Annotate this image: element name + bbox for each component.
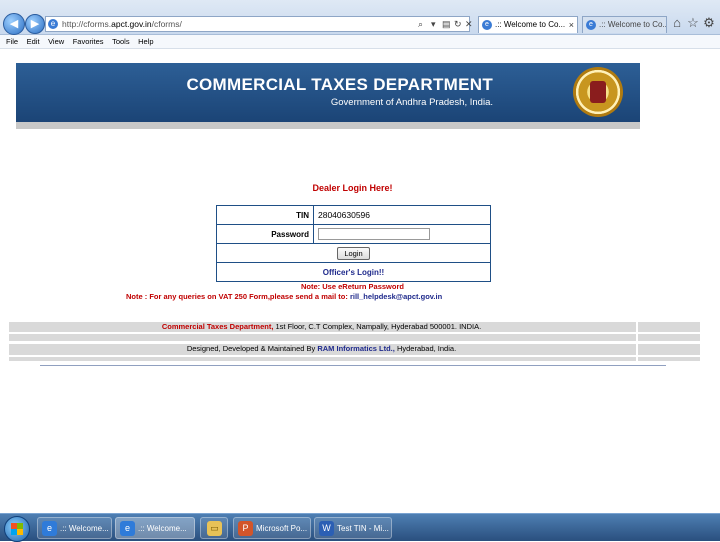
compatibility-icon[interactable]: ▤ bbox=[442, 19, 451, 30]
close-tab-icon[interactable]: × bbox=[569, 17, 574, 33]
taskbar-item-ie-2[interactable]: e .:: Welcome... bbox=[115, 517, 195, 539]
banner-subtitle: Government of Andhra Pradesh, India. bbox=[330, 97, 493, 108]
footer-credits-text: Designed, Developed & Maintained By bbox=[186, 344, 318, 353]
menu-tools[interactable]: Tools bbox=[112, 35, 130, 48]
ie-page-icon: e bbox=[48, 19, 58, 29]
helpdesk-note-text: Note : For any queries on VAT 250 Form,p… bbox=[126, 292, 350, 301]
refresh-icon[interactable]: ↻ bbox=[454, 19, 462, 30]
menu-help[interactable]: Help bbox=[138, 35, 153, 48]
tab-label: .:: Welcome to Co... bbox=[599, 20, 667, 29]
state-emblem-icon bbox=[573, 67, 623, 117]
footer-side-cell bbox=[636, 357, 700, 361]
word-icon: W bbox=[319, 521, 334, 536]
login-form: TIN 28040630596 Password Login Officer's… bbox=[216, 205, 491, 282]
footer-address-text: 1st Floor, C.T Complex, Nampally, Hydera… bbox=[273, 322, 482, 331]
password-cell bbox=[313, 224, 491, 244]
taskbar-item-label: Test TIN - Mi... bbox=[337, 524, 389, 533]
menu-file[interactable]: File bbox=[6, 35, 18, 48]
tab-welcome[interactable]: e .:: Welcome to Co... bbox=[582, 16, 667, 33]
login-button[interactable]: Login bbox=[337, 246, 370, 260]
tin-value: 28040630596 bbox=[318, 210, 371, 220]
menu-bar: File Edit View Favorites Tools Help bbox=[0, 35, 720, 49]
folder-icon: ▭ bbox=[207, 521, 222, 536]
tab-welcome-active[interactable]: e .:: Welcome to Co... × bbox=[478, 16, 578, 33]
footer-side-cell bbox=[636, 322, 700, 332]
login-heading: Dealer Login Here! bbox=[312, 183, 393, 193]
footer-bottom-row bbox=[9, 357, 700, 361]
password-note: Note: Use eReturn Password bbox=[301, 282, 404, 291]
menu-edit[interactable]: Edit bbox=[27, 35, 40, 48]
address-bar[interactable]: e http://cforms.apct.gov.in/cforms/ ⌕ ▾ … bbox=[45, 16, 473, 32]
menu-view[interactable]: View bbox=[48, 35, 64, 48]
footer-dept-name: Commercial Taxes Department, bbox=[161, 322, 274, 331]
ie-tab-icon: e bbox=[482, 20, 492, 30]
officer-login-cell: Officer's Login!! bbox=[216, 262, 491, 282]
home-icon[interactable]: ⌂ bbox=[670, 15, 684, 31]
taskbar-item-label: .:: Welcome... bbox=[60, 524, 109, 533]
taskbar-item-word[interactable]: W Test TIN - Mi... bbox=[314, 517, 392, 539]
taskbar-item-explorer[interactable]: ▭ bbox=[200, 517, 228, 539]
ie-icon: e bbox=[42, 521, 57, 536]
forward-button[interactable]: ▶ bbox=[25, 14, 45, 34]
footer-side-cell bbox=[636, 334, 700, 341]
menu-favorites[interactable]: Favorites bbox=[73, 35, 104, 48]
login-button-cell: Login bbox=[216, 243, 491, 263]
stop-icon[interactable]: ✕ bbox=[465, 19, 473, 30]
footer-address: Commercial Taxes Department, 1st Floor, … bbox=[9, 322, 634, 332]
footer-rule bbox=[40, 365, 666, 366]
footer-side-cell bbox=[636, 344, 700, 355]
site-banner: COMMERCIAL TAXES DEPARTMENT Government o… bbox=[16, 63, 640, 122]
password-field[interactable] bbox=[318, 228, 430, 240]
footer-credits-row: Designed, Developed & Maintained By RAM … bbox=[9, 344, 700, 355]
footer-credits: Designed, Developed & Maintained By RAM … bbox=[9, 344, 634, 354]
taskbar-item-label: .:: Welcome... bbox=[138, 524, 187, 533]
password-label: Password bbox=[216, 224, 314, 244]
tab-label: .:: Welcome to Co... bbox=[495, 20, 566, 29]
tin-field[interactable]: 28040630596 bbox=[313, 205, 491, 225]
banner-divider bbox=[16, 122, 640, 129]
gear-icon[interactable]: ⚙ bbox=[702, 15, 716, 31]
officer-login-link[interactable]: Officer's Login!! bbox=[323, 268, 384, 277]
helpdesk-email-link[interactable]: rill_helpdesk@apct.gov.in bbox=[350, 292, 442, 301]
ie-tab-icon: e bbox=[586, 20, 596, 30]
ie-icon: e bbox=[120, 521, 135, 536]
taskbar-item-powerpoint[interactable]: P Microsoft Po... bbox=[233, 517, 311, 539]
powerpoint-icon: P bbox=[238, 521, 253, 536]
address-url: http://cforms.apct.gov.in/cforms/ bbox=[62, 19, 182, 29]
footer-spacer-row bbox=[9, 334, 700, 341]
helpdesk-note: Note : For any queries on VAT 250 Form,p… bbox=[126, 292, 442, 301]
taskbar-item-label: Microsoft Po... bbox=[256, 524, 308, 533]
footer-address-row: Commercial Taxes Department, 1st Floor, … bbox=[9, 322, 700, 332]
tin-label: TIN bbox=[216, 205, 314, 225]
browser-toolbar: ◀ ▶ e http://cforms.apct.gov.in/cforms/ … bbox=[0, 0, 720, 35]
dropdown-icon[interactable]: ▾ bbox=[431, 19, 436, 30]
banner-title: COMMERCIAL TAXES DEPARTMENT bbox=[186, 75, 493, 94]
footer-company-link[interactable]: RAM Informatics Ltd., bbox=[317, 344, 395, 353]
taskbar-item-ie-1[interactable]: e .:: Welcome... bbox=[37, 517, 112, 539]
back-button[interactable]: ◀ bbox=[3, 13, 25, 35]
windows-taskbar: e .:: Welcome... e .:: Welcome... ▭ P Mi… bbox=[0, 513, 720, 542]
search-icon[interactable]: ⌕ bbox=[418, 19, 423, 30]
footer-credits-end: Hyderabad, India. bbox=[394, 344, 457, 353]
start-button[interactable] bbox=[4, 516, 30, 542]
favorites-star-icon[interactable]: ☆ bbox=[686, 15, 700, 31]
